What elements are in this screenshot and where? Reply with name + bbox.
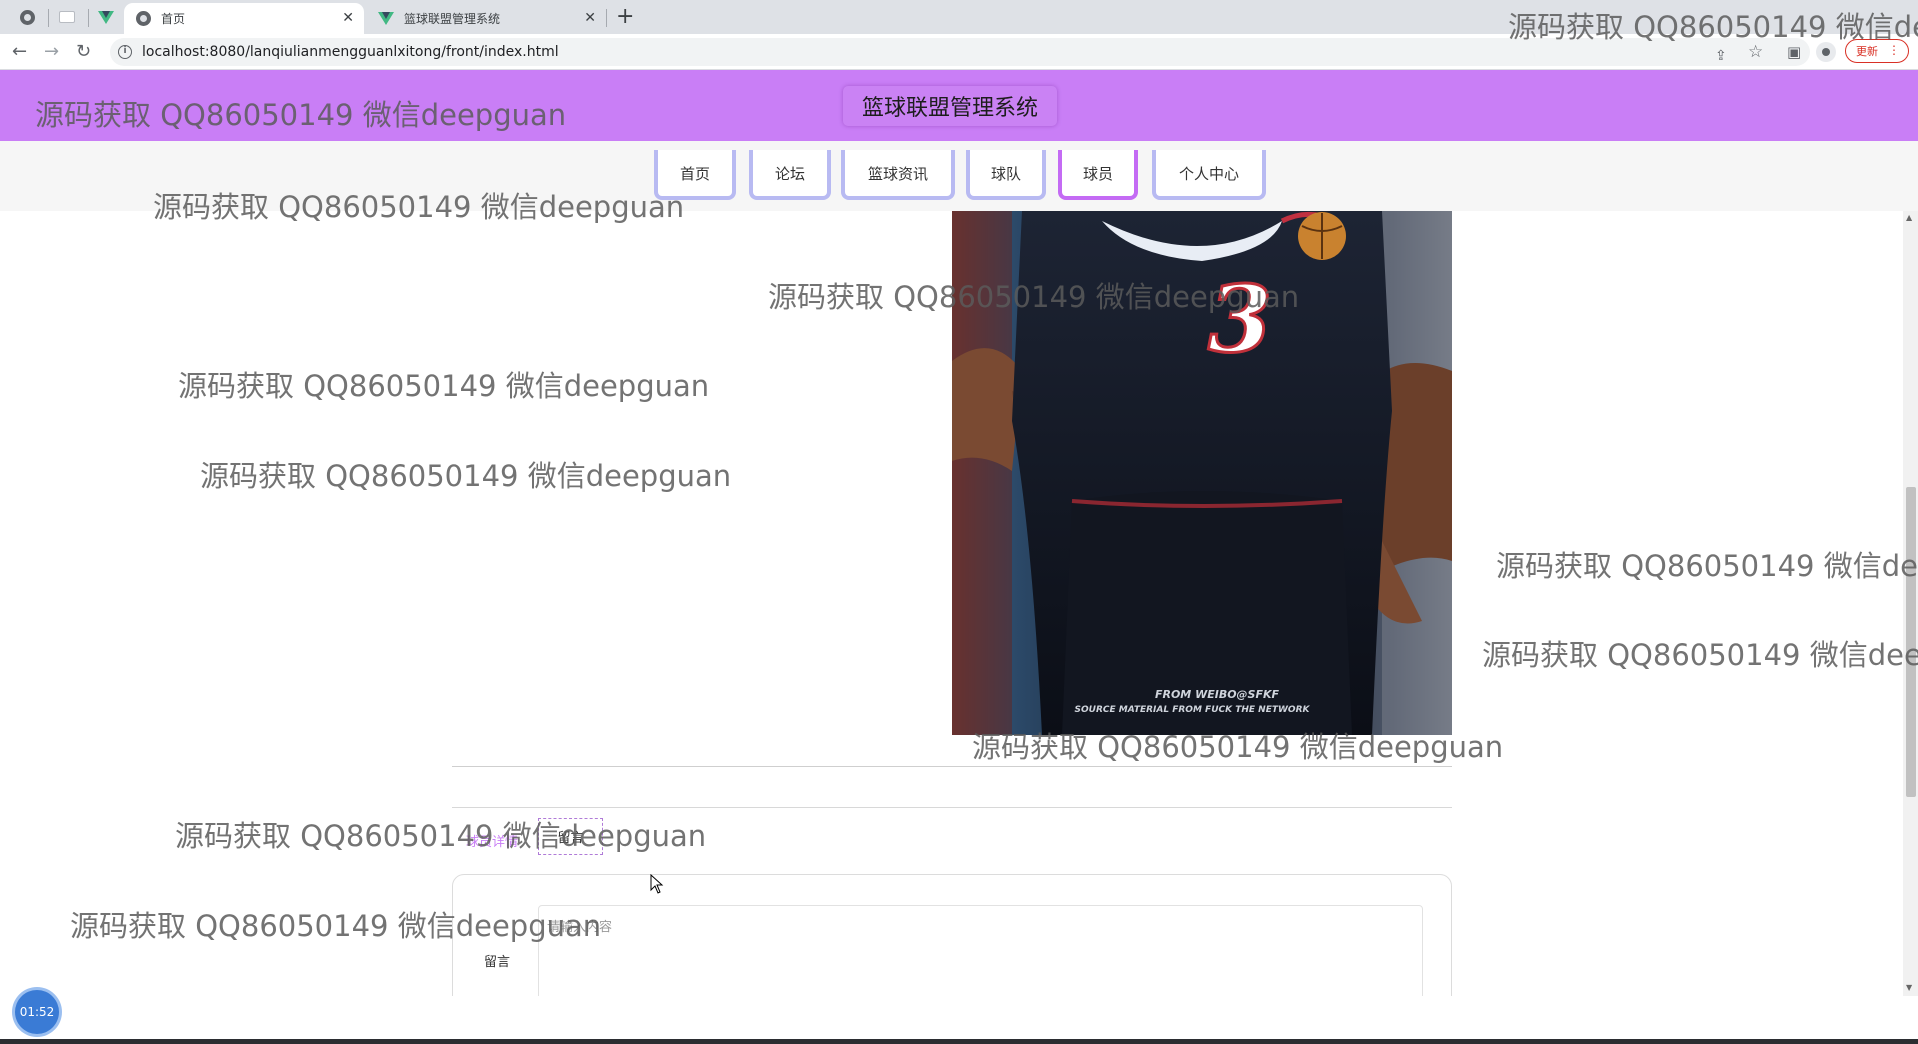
- close-tab-icon[interactable]: ✕: [584, 11, 596, 25]
- taskbar-edge: [0, 1039, 1918, 1044]
- pinned-tab-3[interactable]: [89, 4, 123, 30]
- nav-teams[interactable]: 球队: [966, 150, 1046, 200]
- recording-timer: 01:52: [15, 990, 59, 1034]
- divider: [452, 807, 1452, 808]
- nav-personal-center[interactable]: 个人中心: [1152, 150, 1266, 200]
- bookmark-star-icon[interactable]: ☆: [1748, 44, 1763, 61]
- tab-comment[interactable]: 留言: [538, 818, 603, 855]
- address-bar[interactable]: i localhost:8080/lanqiulianmengguanlxito…: [110, 38, 1810, 66]
- page-scrollbar[interactable]: ▲ ▼: [1903, 211, 1918, 996]
- screen: 首页 ✕ 篮球联盟管理系统 ✕ + ← → ↻ i localhost:8080…: [0, 0, 1918, 1044]
- tab-player-details[interactable]: 球员详情: [466, 831, 518, 850]
- photo-caption-2: SOURCE MATERIAL FROM FUCK THE NETWORK: [1075, 705, 1311, 715]
- url-text: localhost:8080/lanqiulianmengguanlxitong…: [142, 44, 559, 60]
- browser-tabstrip: 首页 ✕ 篮球联盟管理系统 ✕ +: [0, 0, 1918, 34]
- update-button[interactable]: 更新 ⋮: [1845, 39, 1909, 63]
- vue-logo-icon: [98, 10, 114, 24]
- site-title: 篮球联盟管理系统: [843, 86, 1057, 126]
- close-tab-icon[interactable]: ✕: [342, 11, 354, 25]
- globe-icon: [19, 9, 35, 25]
- nav-forum[interactable]: 论坛: [749, 150, 831, 200]
- player-detail-content: 3 FROM WEIBO@SFKF SOURCE MATERIAL FROM F…: [0, 211, 1903, 996]
- back-arrow-icon[interactable]: ←: [12, 41, 27, 63]
- nav-home[interactable]: 首页: [654, 150, 736, 200]
- browser-tab-system[interactable]: 篮球联盟管理系统 ✕: [366, 3, 606, 34]
- update-label: 更新: [1856, 45, 1878, 58]
- menu-dots-icon[interactable]: ⋮: [1888, 43, 1900, 57]
- tab-title: 篮球联盟管理系统: [404, 12, 501, 26]
- comment-textarea[interactable]: 请输入内容: [538, 905, 1423, 996]
- player-photo: 3 FROM WEIBO@SFKF SOURCE MATERIAL FROM F…: [952, 211, 1452, 735]
- side-panel-icon[interactable]: ▣: [1787, 44, 1801, 60]
- divider: [452, 766, 1452, 767]
- site-info-icon[interactable]: i: [118, 45, 132, 59]
- new-tab-button[interactable]: +: [616, 4, 634, 30]
- mouse-cursor-icon: [650, 874, 664, 894]
- nav-players[interactable]: 球员: [1058, 150, 1138, 200]
- scroll-down-icon[interactable]: ▼: [1906, 983, 1912, 992]
- globe-icon: [136, 11, 151, 26]
- nav-news[interactable]: 篮球资讯: [841, 150, 955, 200]
- reload-icon[interactable]: ↻: [76, 41, 91, 63]
- scroll-thumb[interactable]: [1906, 487, 1916, 797]
- main-nav: [0, 141, 1918, 211]
- vue-logo-icon: [378, 12, 394, 25]
- forward-arrow-icon[interactable]: →: [44, 41, 59, 63]
- profile-avatar-icon[interactable]: [1816, 42, 1836, 62]
- pinned-tab-1[interactable]: [10, 4, 44, 30]
- share-icon[interactable]: ⇪: [1715, 48, 1727, 64]
- scroll-up-icon[interactable]: ▲: [1906, 213, 1912, 222]
- pinned-tab-2[interactable]: [50, 4, 84, 30]
- comment-label: 留言: [484, 955, 511, 970]
- browser-tab-home[interactable]: 首页 ✕: [124, 3, 364, 34]
- tab-title: 首页: [161, 12, 186, 26]
- blank-page-icon: [59, 11, 75, 23]
- photo-caption-1: FROM WEIBO@SFKF: [1155, 688, 1280, 701]
- jersey-number: 3: [1208, 265, 1272, 373]
- browser-toolbar: ← → ↻ i localhost:8080/lanqiulianmenggua…: [0, 34, 1918, 70]
